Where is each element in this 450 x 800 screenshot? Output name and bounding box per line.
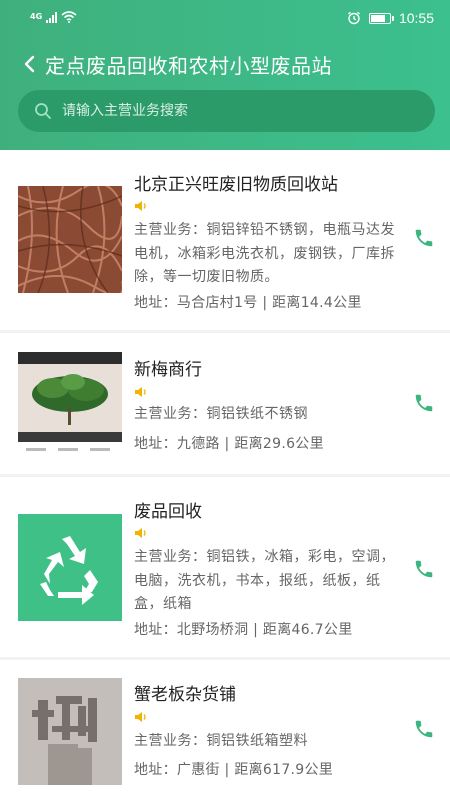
station-name: 新梅商行 (134, 360, 202, 380)
station-business: 主营业务：铜铝铁，冰箱，彩电，空调，电脑，洗衣机，书本，报纸，纸板，纸盒，纸箱 (134, 549, 395, 612)
signal-icon (46, 11, 58, 23)
status-bar: 4G 10:55 (0, 0, 450, 38)
station-business: 主营业务：铜铝锌铅不锈钢，电瓶马达发电机，冰箱彩电洗衣机，废钢铁，厂库拆除，等一… (134, 222, 395, 285)
phone-icon[interactable] (413, 392, 435, 414)
station-name: 废品回收 (134, 502, 202, 522)
speaker-icon[interactable] (134, 200, 148, 212)
alarm-icon (348, 11, 360, 25)
list-item[interactable]: 新梅商行 主营业务：铜铝铁纸不锈钢 地址：九德路 | 距离29.6公里 (0, 333, 450, 474)
search-icon (35, 103, 51, 119)
list-item[interactable]: 蟹老板杂货铺 主营业务：铜铝铁纸箱塑料 地址：广惠街 | 距离617.9公里 (0, 660, 450, 800)
recycle-icon (18, 514, 122, 621)
station-business: 主营业务：铜铝铁纸不锈钢 (134, 406, 308, 422)
blurred-text-photo (18, 678, 122, 785)
battery-icon (368, 12, 394, 24)
network-type: 4G (30, 12, 43, 21)
clock: 10:55 (398, 10, 434, 26)
station-address: 地址：北野场桥洞 | 距离46.7公里 (134, 622, 353, 638)
station-name: 蟹老板杂货铺 (134, 685, 236, 705)
phone-icon[interactable] (413, 718, 435, 740)
station-address: 地址：九德路 | 距离29.6公里 (134, 436, 324, 452)
speaker-icon[interactable] (134, 386, 148, 398)
header-bar: 4G 10:55 定点废品回收和农村小型废品站 请输入主营业务搜索 (0, 0, 450, 150)
list-item[interactable]: 北京正兴旺废旧物质回收站 主营业务：铜铝锌铅不锈钢，电瓶马达发电机，冰箱彩电洗衣… (0, 150, 450, 330)
station-address: 地址：马合店村1号 | 距离14.4公里 (134, 295, 362, 311)
copper-wire-photo (18, 186, 122, 293)
station-name: 北京正兴旺废旧物质回收站 (134, 175, 338, 195)
phone-icon[interactable] (413, 227, 435, 249)
speaker-icon[interactable] (134, 527, 148, 539)
speaker-icon[interactable] (134, 711, 148, 723)
title-bar: 定点废品回收和农村小型废品站 (0, 42, 450, 86)
plant-screenshot-photo (18, 352, 122, 459)
phone-icon[interactable] (413, 558, 435, 580)
wifi-icon (61, 11, 77, 23)
station-address: 地址：广惠街 | 距离617.9公里 (134, 762, 334, 778)
search-bar[interactable] (18, 90, 435, 132)
page-title: 定点废品回收和农村小型废品站 (45, 54, 332, 78)
list-item[interactable]: 废品回收 主营业务：铜铝铁，冰箱，彩电，空调，电脑，洗衣机，书本，报纸，纸板，纸… (0, 477, 450, 657)
search-input[interactable] (62, 90, 422, 132)
chevron-left-icon[interactable] (18, 50, 42, 78)
station-business: 主营业务：铜铝铁纸箱塑料 (134, 733, 308, 749)
